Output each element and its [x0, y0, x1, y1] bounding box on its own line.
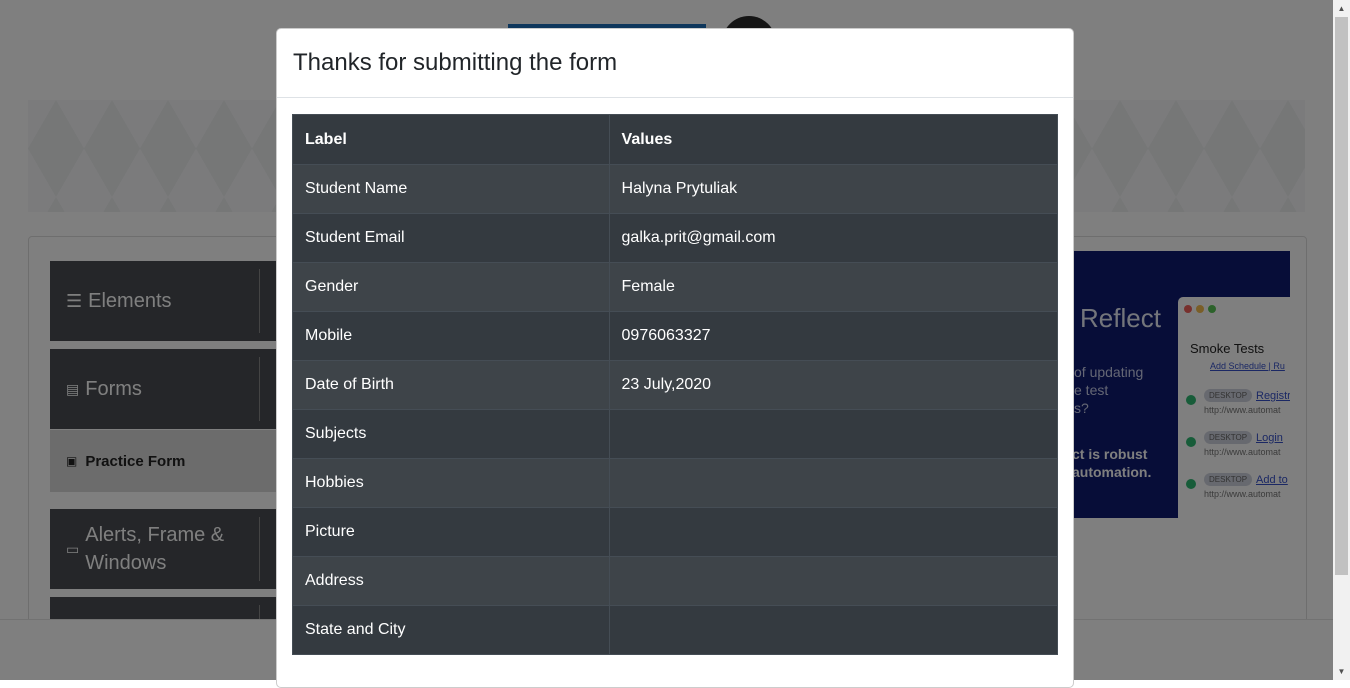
submission-table: Label Values Student Name Halyna Prytuli… [292, 114, 1059, 655]
table-row: Hobbies [292, 458, 1059, 508]
row-label: Hobbies [292, 458, 610, 508]
scroll-down-arrow-icon[interactable]: ▼ [1333, 663, 1350, 680]
row-value [608, 409, 1059, 459]
scroll-up-arrow-icon[interactable]: ▲ [1333, 0, 1350, 17]
table-row: Student Name Halyna Prytuliak [292, 164, 1059, 214]
row-label: State and City [292, 605, 610, 655]
table-header-row: Label Values [292, 114, 1059, 165]
row-label: Mobile [292, 311, 610, 361]
modal-header: Thanks for submitting the form [277, 29, 1073, 98]
row-value [608, 507, 1059, 557]
row-value [608, 458, 1059, 508]
row-value: galka.prit@gmail.com [608, 213, 1059, 263]
row-value: Female [608, 262, 1059, 312]
column-header-label: Label [292, 114, 610, 165]
table-row: Subjects [292, 409, 1059, 459]
vertical-scrollbar[interactable]: ▲ ▼ [1333, 0, 1350, 680]
table-row: Mobile 0976063327 [292, 311, 1059, 361]
table-row: Student Email galka.prit@gmail.com [292, 213, 1059, 263]
row-label: Subjects [292, 409, 610, 459]
table-row: Date of Birth 23 July,2020 [292, 360, 1059, 410]
table-row: Address [292, 556, 1059, 606]
row-label: Gender [292, 262, 610, 312]
row-label: Student Email [292, 213, 610, 263]
scrollbar-thumb[interactable] [1335, 17, 1348, 575]
column-header-values: Values [608, 114, 1059, 165]
row-label: Address [292, 556, 610, 606]
modal-body: Label Values Student Name Halyna Prytuli… [277, 98, 1073, 671]
submission-modal: Thanks for submitting the form Label Val… [276, 28, 1074, 688]
table-row: Picture [292, 507, 1059, 557]
table-row: State and City [292, 605, 1059, 655]
row-label: Picture [292, 507, 610, 557]
row-value [608, 605, 1059, 655]
modal-title: Thanks for submitting the form [293, 49, 618, 76]
row-label: Student Name [292, 164, 610, 214]
row-value: 0976063327 [608, 311, 1059, 361]
row-value [608, 556, 1059, 606]
row-label: Date of Birth [292, 360, 610, 410]
row-value: Halyna Prytuliak [608, 164, 1059, 214]
row-value: 23 July,2020 [608, 360, 1059, 410]
table-row: Gender Female [292, 262, 1059, 312]
